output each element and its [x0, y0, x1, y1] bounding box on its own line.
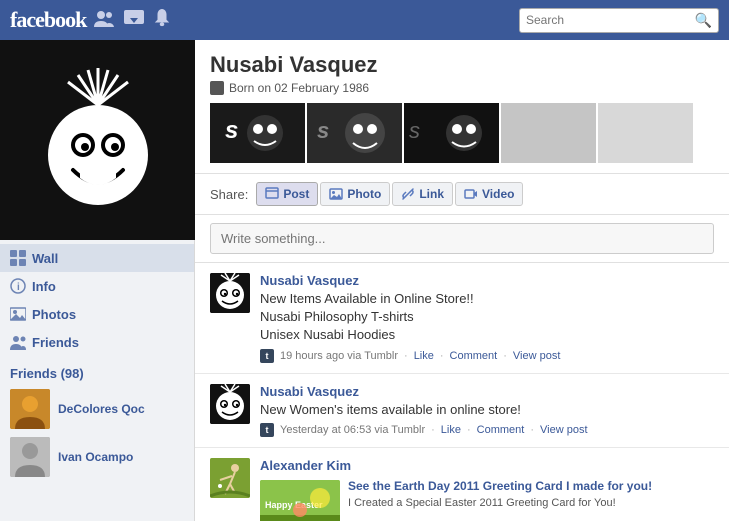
svg-text:s: s: [317, 118, 329, 143]
friends-icon[interactable]: [94, 9, 114, 32]
profile-birthday: Born on 02 February 1986: [210, 81, 714, 95]
photo-label: Photo: [347, 187, 381, 201]
messages-icon[interactable]: [124, 10, 144, 31]
post-item: Nusabi Vasquez New Women's items availab…: [195, 374, 729, 448]
post-label: Post: [283, 187, 309, 201]
photo-thumb-4[interactable]: [501, 103, 596, 163]
post-text-1: New Items Available in Online Store!! Nu…: [260, 290, 714, 345]
info-label: Info: [32, 279, 56, 294]
post-text-3: See the Earth Day 2011 Greeting Card I m…: [348, 476, 652, 521]
share-post-button[interactable]: Post: [256, 182, 318, 206]
friend-avatar-ivan: [10, 437, 50, 477]
profile-header: Nusabi Vasquez Born on 02 February 1986: [195, 40, 729, 103]
post-viewpost-2[interactable]: View post: [540, 424, 588, 436]
friends-header: Friends (98): [10, 366, 184, 381]
search-button[interactable]: 🔍: [695, 12, 712, 29]
search-input[interactable]: [526, 13, 695, 27]
svg-text:i: i: [17, 282, 20, 293]
sidebar-item-photos[interactable]: Photos: [0, 300, 194, 328]
post-avatar-nusabi-2: [210, 384, 250, 424]
post-image-easter: Happy Easter: [260, 480, 340, 521]
share-bar: Share: Post Photo: [195, 173, 729, 215]
main-content: Wall i Info: [0, 40, 729, 521]
post-time-1: 19 hours ago via Tumblr: [280, 350, 398, 362]
calendar-icon: [210, 81, 224, 95]
post-comment-2[interactable]: Comment: [477, 424, 525, 436]
friends-nav-icon: [10, 334, 26, 350]
post-body-2: Nusabi Vasquez New Women's items availab…: [260, 384, 714, 437]
facebook-logo: facebook: [10, 7, 86, 33]
post-avatar-nusabi-1: [210, 273, 250, 313]
sidebar-item-friends[interactable]: Friends: [0, 328, 194, 356]
write-input[interactable]: [210, 223, 714, 254]
posts-feed: Nusabi Vasquez New Items Available in On…: [195, 263, 729, 521]
photo-thumb-2[interactable]: s: [307, 103, 402, 163]
share-link-button[interactable]: Link: [392, 182, 453, 206]
post-author-3[interactable]: Alexander Kim: [260, 458, 351, 473]
link-label: Link: [419, 187, 444, 201]
sidebar-item-wall[interactable]: Wall: [0, 244, 194, 272]
post-like-1[interactable]: Like: [414, 350, 434, 362]
share-video-button[interactable]: Video: [455, 182, 523, 206]
video-label: Video: [482, 187, 514, 201]
post-body-1: Nusabi Vasquez New Items Available in On…: [260, 273, 714, 363]
friend-item[interactable]: Ivan Ocampo: [10, 437, 184, 477]
info-icon: i: [10, 278, 26, 294]
share-label: Share:: [210, 187, 248, 202]
photo-thumb-3[interactable]: s: [404, 103, 499, 163]
profile-cover-photo: [0, 40, 195, 240]
post-body-3: Alexander Kim Happy Easter: [260, 458, 714, 521]
post-text-2: New Women's items available in online st…: [260, 401, 714, 419]
post-author-2[interactable]: Nusabi Vasquez: [260, 384, 359, 399]
wall-icon: [10, 250, 26, 266]
top-navigation-bar: facebook 🔍: [0, 0, 729, 40]
write-box: [195, 215, 729, 263]
birthday-text: Born on 02 February 1986: [229, 81, 369, 95]
post-author-1[interactable]: Nusabi Vasquez: [260, 273, 359, 288]
post-meta-2: t Yesterday at 06:53 via Tumblr · Like ·…: [260, 423, 714, 437]
search-bar: 🔍: [519, 8, 719, 33]
share-photo-button[interactable]: Photo: [320, 182, 390, 206]
tumblr-icon: t: [260, 349, 274, 363]
post-avatar-alexander: [210, 458, 250, 498]
friend-name-decolores: DeColores Qoc: [58, 402, 145, 416]
profile-name: Nusabi Vasquez: [210, 52, 714, 78]
photos-label: Photos: [32, 307, 76, 322]
post-time-2: Yesterday at 06:53 via Tumblr: [280, 424, 425, 436]
post-comment-1[interactable]: Comment: [450, 350, 498, 362]
svg-text:s: s: [225, 117, 238, 144]
topbar-icons: [94, 9, 170, 32]
sidebar: Wall i Info: [0, 40, 195, 521]
post-viewpost-1[interactable]: View post: [513, 350, 561, 362]
tumblr-icon-2: t: [260, 423, 274, 437]
post-like-2[interactable]: Like: [441, 424, 461, 436]
friends-label: Friends: [32, 335, 79, 350]
sidebar-navigation: Wall i Info: [0, 240, 194, 356]
friend-name-ivan: Ivan Ocampo: [58, 450, 133, 464]
friend-avatar-decolores: [10, 389, 50, 429]
photo-thumb-1[interactable]: s: [210, 103, 305, 163]
friends-section: Friends (98) DeColores Qoc: [0, 356, 194, 495]
profile-main-content: Nusabi Vasquez Born on 02 February 1986 …: [195, 40, 729, 521]
post-item: Nusabi Vasquez New Items Available in On…: [195, 263, 729, 374]
photos-icon: [10, 306, 26, 322]
photo-strip: s s s: [195, 103, 729, 173]
svg-text:s: s: [409, 118, 420, 143]
post-meta-1: t 19 hours ago via Tumblr · Like · Comme…: [260, 349, 714, 363]
post-item: Alexander Kim Happy Easter: [195, 448, 729, 521]
photo-thumb-5[interactable]: [598, 103, 693, 163]
friend-item[interactable]: DeColores Qoc: [10, 389, 184, 429]
wall-label: Wall: [32, 251, 58, 266]
notifications-icon[interactable]: [154, 9, 170, 32]
sidebar-item-info[interactable]: i Info: [0, 272, 194, 300]
